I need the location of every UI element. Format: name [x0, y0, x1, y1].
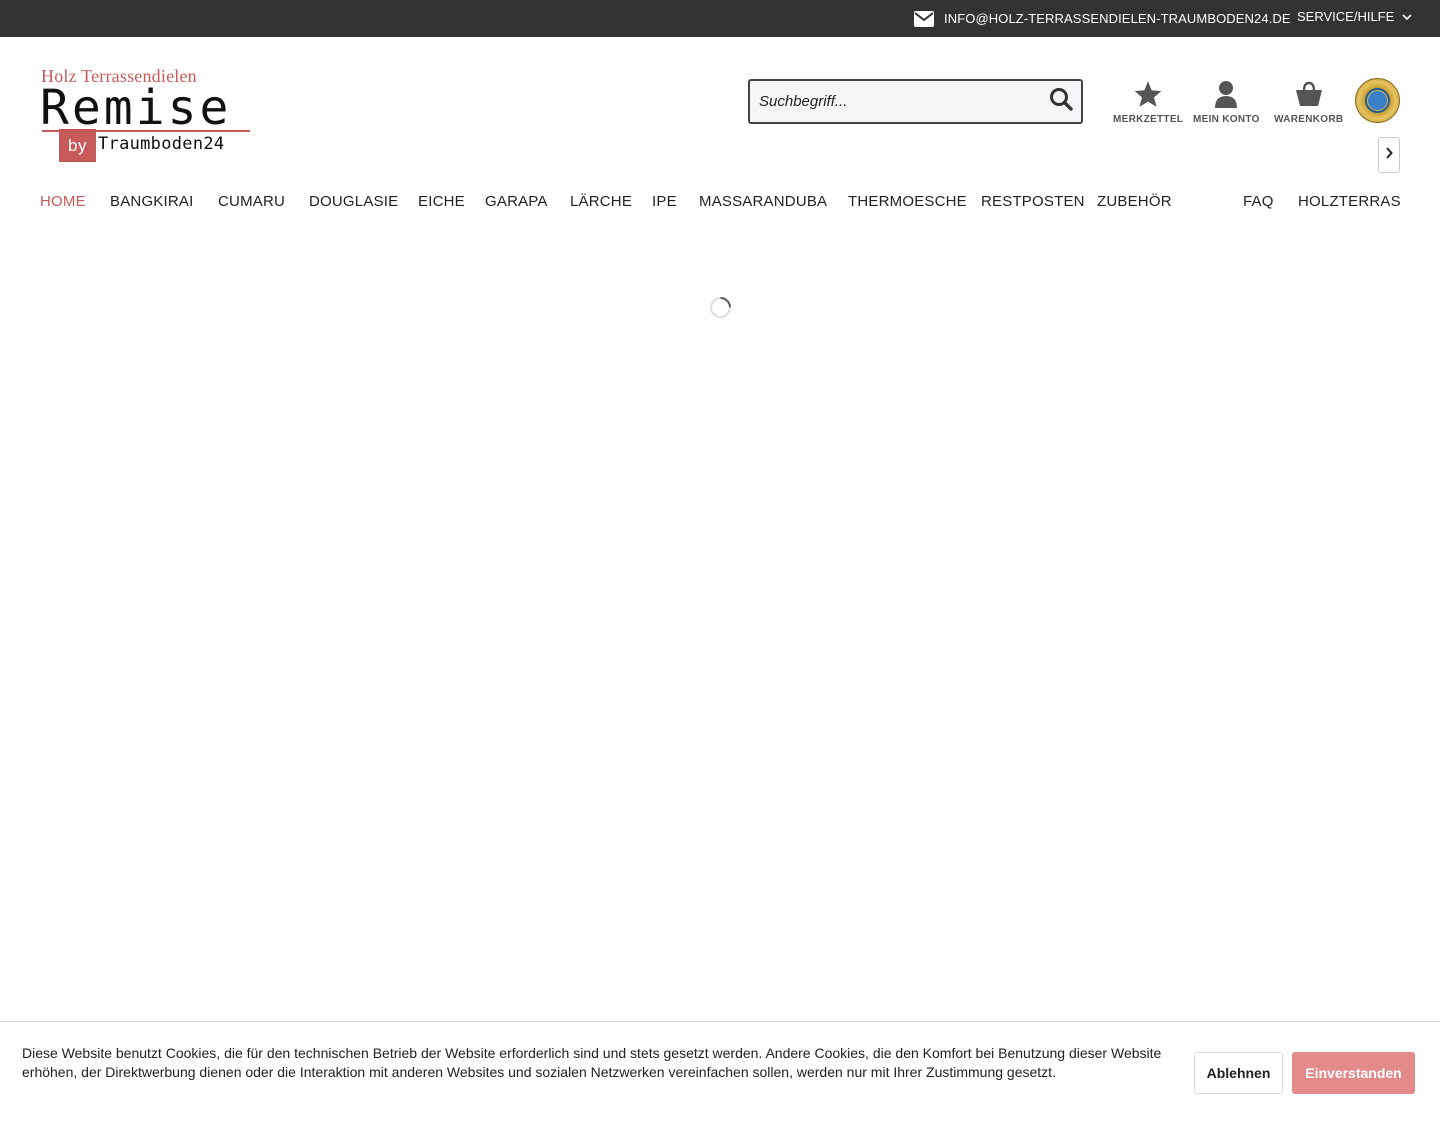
site-logo[interactable]: Holz Terrassendielen Remise by Traumbode… — [40, 66, 252, 164]
service-menu-label: SERVICE/HILFE — [1297, 9, 1395, 24]
cookie-consent-bar: Diese Website benutzt Cookies, die für d… — [0, 1021, 1440, 1123]
nav-item-thermoesche[interactable]: THERMOESCHE — [848, 190, 967, 214]
nav-item-zubehoer[interactable]: ZUBEHÖR — [1097, 190, 1172, 214]
cookie-accept-button[interactable]: Einverstanden — [1292, 1052, 1415, 1094]
nav-item-bangkirai[interactable]: BANGKIRAI — [110, 190, 194, 214]
nav-item-massaranduba[interactable]: MASSARANDUBA — [699, 190, 827, 214]
cart-label: WARENKORB — [1274, 114, 1344, 125]
nav-item-home[interactable]: HOME — [40, 190, 86, 214]
seal-center — [1367, 90, 1388, 111]
nav-item-douglasie[interactable]: DOUGLASIE — [309, 190, 398, 214]
top-bar: INFO@HOLZ-TERRASSENDIELEN-TRAUMBODEN24.D… — [0, 0, 1440, 37]
trust-seal-badge[interactable] — [1355, 78, 1400, 123]
star-icon — [1133, 78, 1163, 110]
logo-line-2: Remise — [40, 80, 232, 136]
contact-email-link[interactable]: INFO@HOLZ-TERRASSENDIELEN-TRAUMBODEN24.D… — [914, 0, 1291, 37]
contact-email-text: INFO@HOLZ-TERRASSENDIELEN-TRAUMBODEN24.D… — [944, 11, 1291, 26]
chevron-down-icon — [1402, 9, 1412, 24]
main-navigation: HOME BANGKIRAI CUMARU DOUGLASIE EICHE GA… — [40, 190, 1400, 214]
search-box — [748, 79, 1083, 124]
user-icon — [1214, 78, 1238, 110]
cookie-notice-text: Diese Website benutzt Cookies, die für d… — [22, 1045, 1162, 1080]
service-menu[interactable]: SERVICE/HILFE — [1297, 0, 1412, 33]
shopping-bag-icon — [1295, 78, 1323, 110]
nav-item-ipe[interactable]: IPE — [652, 190, 677, 214]
search-button[interactable] — [1047, 87, 1075, 115]
logo-line-3: Traumboden24 — [98, 134, 225, 154]
my-account-label: MEIN KONTO — [1193, 114, 1260, 125]
mail-icon — [914, 10, 934, 27]
nav-item-restposten[interactable]: RESTPOSTEN — [981, 190, 1085, 214]
nav-item-laerche[interactable]: LÄRCHE — [570, 190, 632, 214]
loading-spinner — [705, 292, 736, 323]
nav-item-eiche[interactable]: EICHE — [418, 190, 465, 214]
nav-item-holzterrasse[interactable]: HOLZTERRASS — [1298, 190, 1400, 214]
chevron-right-icon — [1385, 146, 1393, 164]
wishlist-label: MERKZETTEL — [1113, 114, 1184, 125]
wishlist-button[interactable]: MERKZETTEL — [1113, 78, 1183, 125]
my-account-button[interactable]: MEIN KONTO — [1193, 78, 1260, 125]
cookie-decline-button[interactable]: Ablehnen — [1194, 1052, 1283, 1094]
search-icon — [1049, 87, 1073, 116]
search-input[interactable] — [750, 81, 1040, 122]
nav-item-cumaru[interactable]: CUMARU — [218, 190, 285, 214]
nav-item-garapa[interactable]: GARAPA — [485, 190, 548, 214]
nav-item-faq[interactable]: FAQ — [1243, 190, 1274, 214]
cart-button[interactable]: WARENKORB — [1274, 78, 1343, 125]
scroll-right-button[interactable] — [1378, 137, 1400, 173]
logo-by: by — [59, 129, 96, 162]
